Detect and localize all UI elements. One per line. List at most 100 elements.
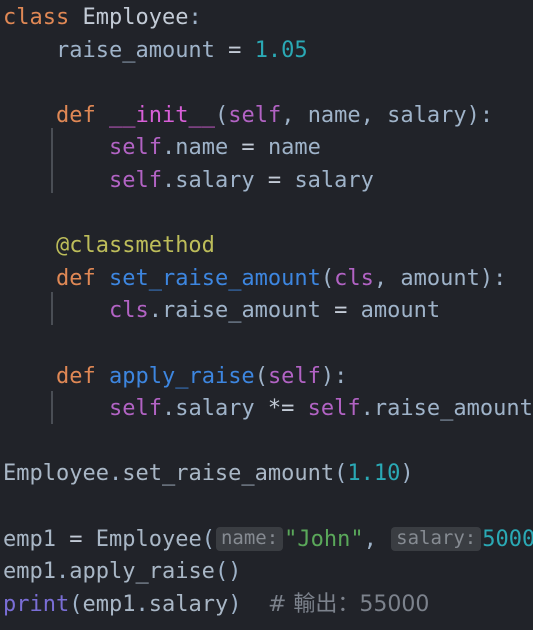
code-line-7-blank[interactable] — [0, 198, 533, 231]
token-rparen: ) — [228, 591, 242, 617]
token-cls: cls — [108, 298, 149, 324]
token-operator-mult-assign: *= — [254, 396, 308, 422]
token-rparen: ) — [320, 363, 335, 389]
code-line-8[interactable]: @classmethod — [0, 230, 533, 263]
token-lparen: ( — [320, 265, 335, 291]
token-decorator-classmethod: @classmethod — [55, 233, 215, 259]
token-number-110: 1.10 — [347, 461, 401, 487]
token-keyword-def: def — [55, 102, 96, 128]
token-attr-salary: salary — [175, 167, 255, 193]
token-assign: = — [214, 37, 255, 63]
token-self: self — [108, 396, 162, 422]
inline-parameter-hint-salary[interactable]: salary: — [391, 526, 482, 551]
code-line-12[interactable]: def apply_raise(self): — [0, 361, 533, 394]
code-line-17[interactable]: emp1 = Employee(name: "John", salary: 5000… — [0, 524, 533, 557]
token-function-apply-raise: apply_raise — [108, 363, 255, 389]
code-line-5[interactable]: self.name = name — [0, 132, 533, 165]
token-colon: : — [493, 265, 507, 291]
token-self: self — [108, 167, 162, 193]
token-object-employee: Employee — [3, 461, 109, 487]
token-value-amount: amount — [360, 298, 441, 324]
token-parens: () — [214, 559, 242, 585]
token-lparen: ( — [334, 461, 348, 487]
token-dot: . — [161, 135, 176, 161]
code-editor-surface[interactable]: class Employee: raise_amount = 1.05 def … — [0, 0, 533, 630]
token-self: self — [267, 363, 321, 389]
token-keyword-def: def — [55, 265, 96, 291]
token-dot: . — [135, 591, 149, 617]
token-dot: . — [360, 396, 374, 422]
code-line-18[interactable]: emp1.apply_raise() — [0, 556, 533, 589]
token-attr-raise-amount: raise_amount — [373, 396, 533, 422]
token-param-name: name — [307, 102, 361, 128]
code-line-9[interactable]: def set_raise_amount(cls, amount): — [0, 263, 533, 296]
code-line-1[interactable]: class Employee: — [0, 2, 533, 35]
token-colon: : — [188, 5, 202, 30]
token-number-105: 1.05 — [254, 37, 308, 63]
code-line-14-blank[interactable] — [0, 426, 533, 459]
code-line-2[interactable]: raise_amount = 1.05 — [0, 35, 533, 68]
token-comma: , — [360, 102, 388, 128]
code-content[interactable]: class Employee: raise_amount = 1.05 def … — [0, 0, 533, 621]
token-method-set-raise-amount: set_raise_amount — [122, 461, 335, 487]
code-line-15[interactable]: Employee.set_raise_amount(1.10) — [0, 458, 533, 491]
token-builtin-print: print — [3, 591, 70, 617]
token-dot: . — [161, 167, 176, 193]
token-rparen: ) — [400, 461, 414, 487]
token-dot: . — [161, 396, 176, 422]
token-colon: : — [334, 363, 348, 389]
token-attr-name: name — [175, 135, 229, 161]
inline-parameter-hint-name[interactable]: name: — [215, 526, 284, 551]
token-rparen: ) — [479, 265, 494, 291]
token-method-apply-raise: apply_raise — [69, 559, 215, 585]
token-attr-salary: salary — [175, 396, 255, 422]
token-colon: : — [479, 102, 494, 128]
token-self: self — [108, 135, 162, 161]
token-cls: cls — [334, 265, 374, 291]
code-line-13[interactable]: self.salary *= self.raise_amount — [0, 393, 533, 426]
token-dot: . — [148, 298, 162, 324]
token-value-salary: salary — [294, 167, 374, 193]
token-param-amount: amount — [400, 265, 480, 291]
code-line-19[interactable]: print(emp1.salary) # 輸出：55000 — [0, 589, 533, 622]
token-self: self — [228, 102, 282, 128]
token-dot: . — [108, 461, 123, 487]
code-line-10[interactable]: cls.raise_amount = amount — [0, 295, 533, 328]
token-attr-raise-amount: raise_amount — [55, 37, 215, 63]
code-line-11-blank[interactable] — [0, 328, 533, 361]
token-variable-emp1: emp1 — [82, 591, 136, 617]
token-dunder-init: __init__ — [108, 102, 215, 128]
token-comma: , — [281, 102, 308, 128]
token-variable-emp1: emp1 — [3, 559, 56, 585]
token-param-salary: salary — [387, 102, 467, 128]
token-variable-emp1: emp1 — [3, 526, 56, 552]
token-lparen: ( — [201, 526, 215, 552]
token-function-set-raise-amount: set_raise_amount — [108, 265, 321, 291]
code-line-4[interactable]: def __init__(self, name, salary): — [0, 100, 533, 133]
token-comment-output: # 輸出：55000 — [267, 591, 430, 617]
token-string-john: "John" — [284, 526, 364, 552]
token-lparen: ( — [69, 591, 83, 617]
token-assign: = — [254, 167, 295, 193]
token-class-name-employee: Employee — [82, 5, 189, 30]
token-comma: , — [373, 265, 401, 291]
token-self: self — [307, 396, 361, 422]
code-line-6[interactable]: self.salary = salary — [0, 165, 533, 198]
code-line-3-blank[interactable] — [0, 67, 533, 100]
token-attr-raise-amount: raise_amount — [161, 298, 321, 324]
code-line-16-blank[interactable] — [0, 491, 533, 524]
